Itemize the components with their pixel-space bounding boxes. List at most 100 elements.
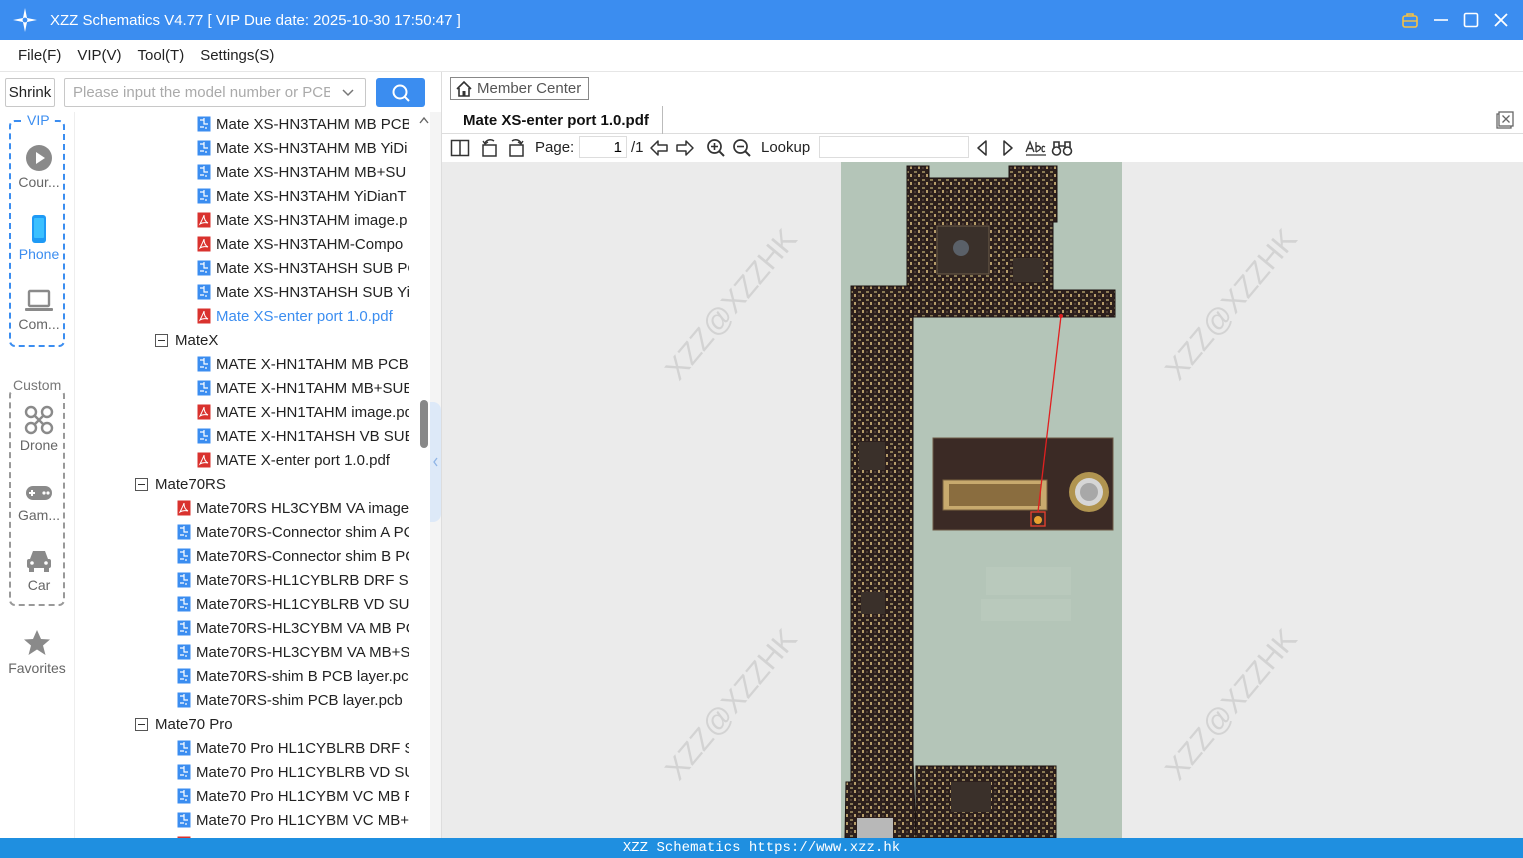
tree-file-row[interactable]: Mate XS-HN3TAHM YiDianT: [197, 184, 409, 208]
rail-item-computer[interactable]: Com...: [11, 288, 67, 332]
tree-row-label: Mate70RS-HL1CYBLRB DRF SUB PC: [196, 571, 409, 589]
sidebar-toggle-icon[interactable]: [450, 138, 470, 158]
collapse-handle[interactable]: [430, 402, 441, 522]
shrink-button[interactable]: Shrink: [5, 78, 55, 107]
tree-file-row[interactable]: Mate XS-HN3TAHM MB PCB: [197, 112, 409, 136]
tree-file-row[interactable]: Mate XS-HN3TAHM MB+SU: [197, 160, 409, 184]
pcb-file-icon: [197, 284, 211, 300]
pdf-file-icon: [197, 212, 211, 228]
collapse-toggle-icon[interactable]: [135, 477, 148, 491]
star-icon: [24, 630, 50, 655]
tree-file-row[interactable]: Mate70RS-HL1CYBLRB DRF SUB PC: [177, 568, 409, 592]
page-number-input[interactable]: [579, 136, 627, 158]
find-next-icon[interactable]: [1000, 138, 1016, 158]
tree-file-row[interactable]: Mate XS-HN3TAHM image.p: [197, 208, 409, 232]
tree-row-label: MATE X-HN1TAHSH VB SUB PC: [216, 427, 409, 445]
menu-tool[interactable]: Tool(T): [138, 47, 185, 64]
tree-file-row[interactable]: Mate70RS-HL1CYBLRB VD SUB PCI: [177, 592, 409, 616]
match-case-icon[interactable]: [1025, 138, 1047, 158]
tree-scrollbar[interactable]: [414, 112, 430, 838]
tree-file-row[interactable]: Mate XS-HN3TAHM MB YiDi: [197, 136, 409, 160]
tree-file-row[interactable]: MATE X-HN1TAHSH VB SUB PC: [197, 424, 409, 448]
lookup-input[interactable]: [819, 136, 969, 158]
tree-file-row[interactable]: Mate70RS-Connector shim B PCB l: [177, 544, 409, 568]
tree-file-row[interactable]: Mate XS-HN3TAHSH SUB PC: [197, 256, 409, 280]
find-prev-icon[interactable]: [974, 138, 990, 158]
tree-row-label: Mate70 Pro: [155, 715, 233, 733]
chevron-left-icon: [433, 457, 438, 467]
tree-scrollbar-thumb[interactable]: [420, 400, 428, 448]
member-center-button[interactable]: Member Center: [450, 77, 589, 100]
close-tab-icon[interactable]: [1496, 111, 1514, 129]
binoculars-icon[interactable]: [1051, 138, 1073, 158]
tree-folder[interactable]: Mate70RS: [135, 472, 409, 496]
tree-file-row[interactable]: Mate70 Pro HL1CYBM VC MB PCB: [177, 784, 409, 808]
category-rail: VIP Cour... Phone Com... Custom Drone Ga…: [0, 112, 74, 838]
pcb-file-icon: [177, 524, 191, 540]
panel-splitter[interactable]: [430, 112, 441, 838]
maximize-icon[interactable]: [1463, 12, 1479, 28]
tree-file-row[interactable]: MATE X-HN1TAHM image.pdf: [197, 400, 409, 424]
watermark-text: XZZ@XZZHK: [1159, 623, 1304, 787]
rotate-right-icon[interactable]: [506, 138, 526, 158]
tree-file-row[interactable]: Mate70RS HL3CYBM VA image.pdf: [177, 496, 409, 520]
tree-row-label: Mate XS-HN3TAHSH SUB PC: [216, 259, 409, 277]
rail-item-car[interactable]: Car: [11, 547, 67, 593]
tree-file-row[interactable]: Mate XS-enter port 1.0.pdf: [197, 304, 409, 328]
tree-file-row[interactable]: Mate XS-HN3TAHSH SUB YiI: [197, 280, 409, 304]
pcb-file-icon: [177, 764, 191, 780]
minimize-icon[interactable]: [1433, 12, 1449, 28]
tree-row-label: Mate70 Pro HL1CYBLRB VD SUB PC: [196, 763, 409, 781]
tree-file-row[interactable]: Mate70RS-Connector shim A PCB l: [177, 520, 409, 544]
close-icon[interactable]: [1493, 12, 1509, 28]
tree-file-row[interactable]: Mate70RS-shim PCB layer.pcb: [177, 688, 409, 712]
rail-item-favorites[interactable]: Favorites: [0, 628, 74, 676]
rail-item-phone[interactable]: Phone: [11, 214, 67, 262]
tree-folder[interactable]: Mate70 Pro: [135, 712, 409, 736]
tree-file-row[interactable]: Mate70 Pro HL1CYBM VC MB+SUE: [177, 808, 409, 832]
tree-file-row[interactable]: Mate70RS-shim B PCB layer.pcb: [177, 664, 409, 688]
tree-file-row[interactable]: Mate XS-HN3TAHM-Compo: [197, 232, 409, 256]
tree-file-row[interactable]: MATE X-HN1TAHM MB+SUB Yi: [197, 376, 409, 400]
vip-badge-icon[interactable]: [1401, 11, 1419, 29]
menu-file[interactable]: File(F): [18, 47, 61, 64]
chevron-down-icon[interactable]: [341, 86, 355, 100]
menu-bar: File(F) VIP(V) Tool(T) Settings(S): [0, 40, 1523, 72]
tree-file-row[interactable]: MATE X-enter port 1.0.pdf: [197, 448, 409, 472]
watermark-text: XZZ@XZZHK: [659, 223, 804, 387]
pcb-file-icon: [177, 788, 191, 804]
search-input[interactable]: [65, 79, 330, 106]
document-tab[interactable]: Mate XS-enter port 1.0.pdf: [450, 106, 663, 134]
pcb-file-icon: [177, 668, 191, 684]
tree-file-row[interactable]: Mate70 Pro HL1CYBLRB VD SUB PC: [177, 760, 409, 784]
tree-folder[interactable]: MateX: [155, 328, 409, 352]
next-page-icon[interactable]: [675, 138, 695, 158]
collapse-toggle-icon[interactable]: [155, 333, 168, 347]
prev-page-icon[interactable]: [649, 138, 669, 158]
rail-item-game[interactable]: Gam...: [11, 483, 67, 523]
tree-row-label: MATE X-HN1TAHM image.pdf: [216, 403, 409, 421]
tree-file-row[interactable]: Mate70RS-HL3CYBM VA MB+SUB: [177, 640, 409, 664]
tree-file-row[interactable]: MATE X-HN1TAHM MB PCB lay: [197, 352, 409, 376]
window-title: XZZ Schematics V4.77 [ VIP Due date: 202…: [50, 11, 461, 29]
rail-item-course[interactable]: Cour...: [11, 144, 67, 190]
tree-file-row[interactable]: Mate70 Pro HL1CYBLRB DRF SUB F: [177, 736, 409, 760]
rotate-left-icon[interactable]: [480, 138, 500, 158]
rail-item-drone[interactable]: Drone: [11, 405, 67, 453]
tree-row-label: Mate70RS HL3CYBM VA image.pdf: [196, 499, 409, 517]
pcb-board-image: [844, 165, 1116, 838]
pdf-viewer[interactable]: XZZ@XZZHK XZZ@XZZHK XZZ@XZZHK XZZ@XZZHK: [442, 162, 1523, 838]
pdf-file-icon: [197, 452, 211, 468]
pcb-file-icon: [197, 356, 211, 372]
model-search-combobox[interactable]: [64, 78, 366, 107]
menu-vip[interactable]: VIP(V): [77, 47, 121, 64]
search-button[interactable]: [376, 78, 425, 107]
zoom-out-icon[interactable]: [732, 138, 752, 158]
tree-file-row[interactable]: Mate70RS-HL3CYBM VA MB PCB la: [177, 616, 409, 640]
scroll-up-icon[interactable]: [419, 116, 429, 124]
menu-settings[interactable]: Settings(S): [200, 47, 274, 64]
collapse-toggle-icon[interactable]: [135, 717, 148, 731]
zoom-in-icon[interactable]: [706, 138, 726, 158]
tree-row-label: Mate70RS-shim B PCB layer.pcb: [196, 667, 409, 685]
tree-row-label: MATE X-HN1TAHM MB+SUB Yi: [216, 379, 409, 397]
